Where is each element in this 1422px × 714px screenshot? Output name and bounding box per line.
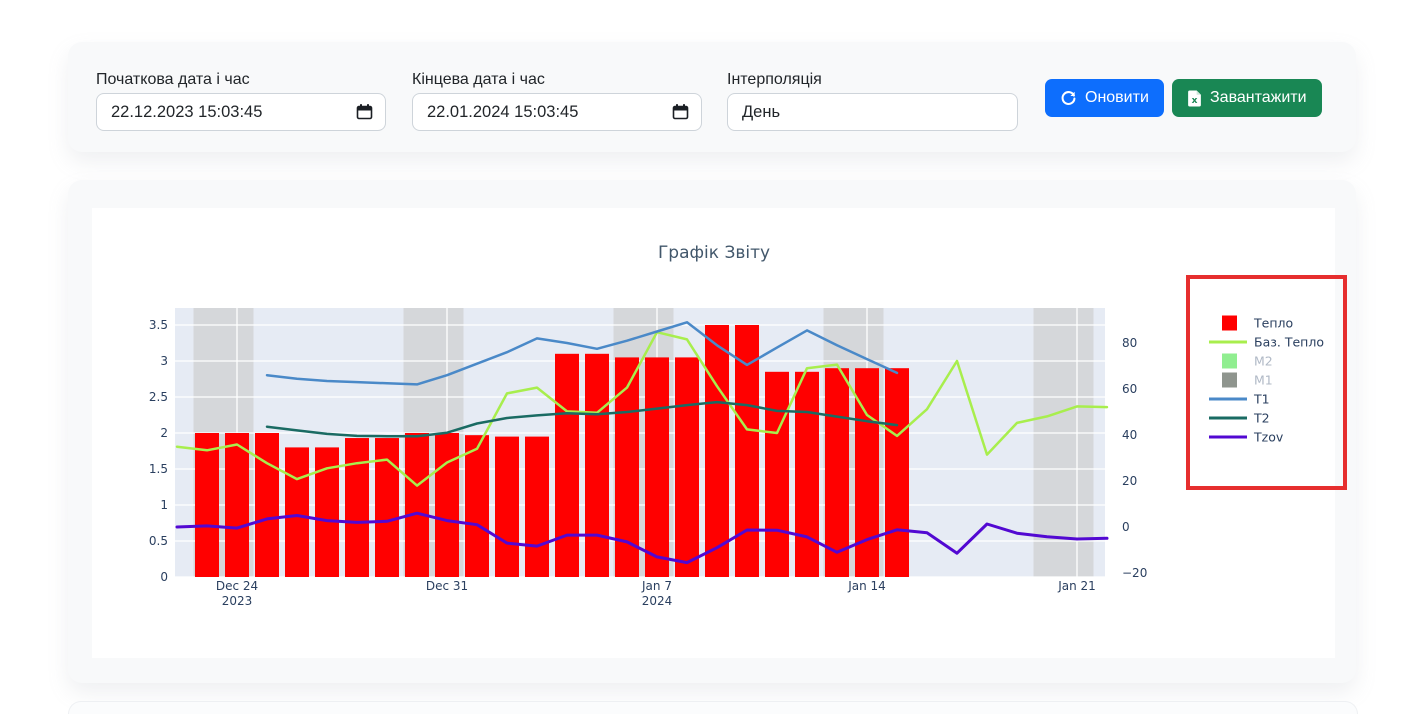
next-panel-edge xyxy=(68,701,1358,714)
y-right-tick: 80 xyxy=(1122,336,1137,350)
legend-label-teplo: Тепло xyxy=(1253,316,1293,331)
report-chart: Графік Звіту 0 0.5 1 1.5 2 2.5 3 3.5 −20 0 20 40 60 80… xyxy=(92,208,1354,658)
page: { "filters": { "start_label": "Початкова… xyxy=(0,0,1422,705)
interpolation-value: День xyxy=(742,103,780,122)
y-right-tick: −20 xyxy=(1122,566,1147,580)
bar-teplo[interactable] xyxy=(825,368,849,577)
y-right-tick: 20 xyxy=(1122,474,1137,488)
end-date-label: Кінцева дата і час xyxy=(412,70,702,90)
download-button[interactable]: x Завантажити xyxy=(1172,79,1322,117)
bar-teplo[interactable] xyxy=(615,357,639,577)
interpolation-group: Інтерполяція День xyxy=(727,70,1018,131)
legend-swatch-teplo xyxy=(1222,316,1237,331)
svg-text:x: x xyxy=(1192,95,1198,105)
bar-teplo[interactable] xyxy=(735,325,759,577)
interpolation-input[interactable]: День xyxy=(727,93,1018,131)
x-tick: Dec 31 xyxy=(426,579,468,593)
y-left-tick: 1 xyxy=(160,498,168,512)
x-tick-year: 2023 xyxy=(222,594,253,608)
interpolation-label: Інтерполяція xyxy=(727,70,1018,90)
y-left-tick: 2 xyxy=(160,426,168,440)
x-tick: Jan 14 xyxy=(847,579,886,593)
bar-teplo[interactable] xyxy=(255,433,279,577)
bar-teplo[interactable] xyxy=(525,437,549,577)
legend-label-m2: M2 xyxy=(1254,354,1273,369)
y-left-tick: 1.5 xyxy=(149,462,168,476)
refresh-button[interactable]: Оновити xyxy=(1045,79,1164,117)
y-left-tick: 2.5 xyxy=(149,390,168,404)
bar-teplo[interactable] xyxy=(435,433,459,577)
bar-teplo[interactable] xyxy=(705,325,729,577)
chart-title: Графік Звіту xyxy=(658,243,770,263)
bar-teplo[interactable] xyxy=(795,372,819,577)
bar-teplo[interactable] xyxy=(585,354,609,577)
bar-teplo[interactable] xyxy=(495,437,519,577)
bar-teplo[interactable] xyxy=(345,438,369,577)
legend-label-baz-teplo: Баз. Тепло xyxy=(1254,335,1324,350)
x-tick: Dec 24 xyxy=(216,579,258,593)
legend-label-t1: T1 xyxy=(1253,392,1270,407)
end-date-input[interactable]: 22.01.2024 15:03:45 xyxy=(412,93,702,131)
bar-teplo[interactable] xyxy=(225,433,249,577)
y-right-tick: 60 xyxy=(1122,382,1137,396)
start-date-value: 22.12.2023 15:03:45 xyxy=(111,103,262,122)
legend-label-tzov: Tzov xyxy=(1253,430,1284,445)
start-date-group: Початкова дата і час 22.12.2023 15:03:45 xyxy=(96,70,386,131)
x-tick: Jan 7 xyxy=(641,579,672,593)
legend-item-teplo[interactable]: Тепло xyxy=(1222,316,1293,331)
bar-teplo[interactable] xyxy=(285,447,309,577)
x-tick: Jan 21 xyxy=(1057,579,1096,593)
bar-teplo[interactable] xyxy=(405,433,429,577)
legend-swatch-m1 xyxy=(1222,373,1237,388)
start-date-input[interactable]: 22.12.2023 15:03:45 xyxy=(96,93,386,131)
filter-panel: Початкова дата і час 22.12.2023 15:03:45… xyxy=(68,42,1356,152)
legend-swatch-m2 xyxy=(1222,354,1237,369)
start-date-label: Початкова дата і час xyxy=(96,70,386,90)
end-date-group: Кінцева дата і час 22.01.2024 15:03:45 xyxy=(412,70,702,131)
bar-teplo[interactable] xyxy=(765,372,789,577)
bar-teplo[interactable] xyxy=(645,357,669,577)
calendar-icon[interactable] xyxy=(672,104,689,120)
y-right-tick: 0 xyxy=(1122,520,1130,534)
x-tick-year: 2024 xyxy=(642,594,673,608)
chart-panel: Графік Звіту 0 0.5 1 1.5 2 2.5 3 3.5 −20 0 20 40 60 80… xyxy=(68,180,1356,683)
bar-teplo[interactable] xyxy=(675,357,699,577)
legend-label-m1: M1 xyxy=(1254,373,1273,388)
download-button-label: Завантажити xyxy=(1210,89,1307,107)
calendar-icon[interactable] xyxy=(356,104,373,120)
y-right-tick: 40 xyxy=(1122,428,1137,442)
y-left-tick: 0.5 xyxy=(149,534,168,548)
refresh-icon xyxy=(1060,90,1077,107)
chart-surface: Графік Звіту 0 0.5 1 1.5 2 2.5 3 3.5 −20 0 20 40 60 80… xyxy=(92,208,1354,658)
y-left-tick: 3 xyxy=(160,354,168,368)
end-date-value: 22.01.2024 15:03:45 xyxy=(427,103,578,122)
bar-teplo[interactable] xyxy=(885,368,909,577)
bar-teplo[interactable] xyxy=(465,435,489,577)
refresh-button-label: Оновити xyxy=(1085,89,1149,107)
legend-label-t2: T2 xyxy=(1253,411,1270,426)
file-excel-icon: x xyxy=(1187,90,1202,107)
bar-teplo[interactable] xyxy=(195,433,219,577)
bar-teplo[interactable] xyxy=(555,354,579,577)
y-left-tick: 0 xyxy=(160,570,168,584)
y-left-tick: 3.5 xyxy=(149,318,168,332)
